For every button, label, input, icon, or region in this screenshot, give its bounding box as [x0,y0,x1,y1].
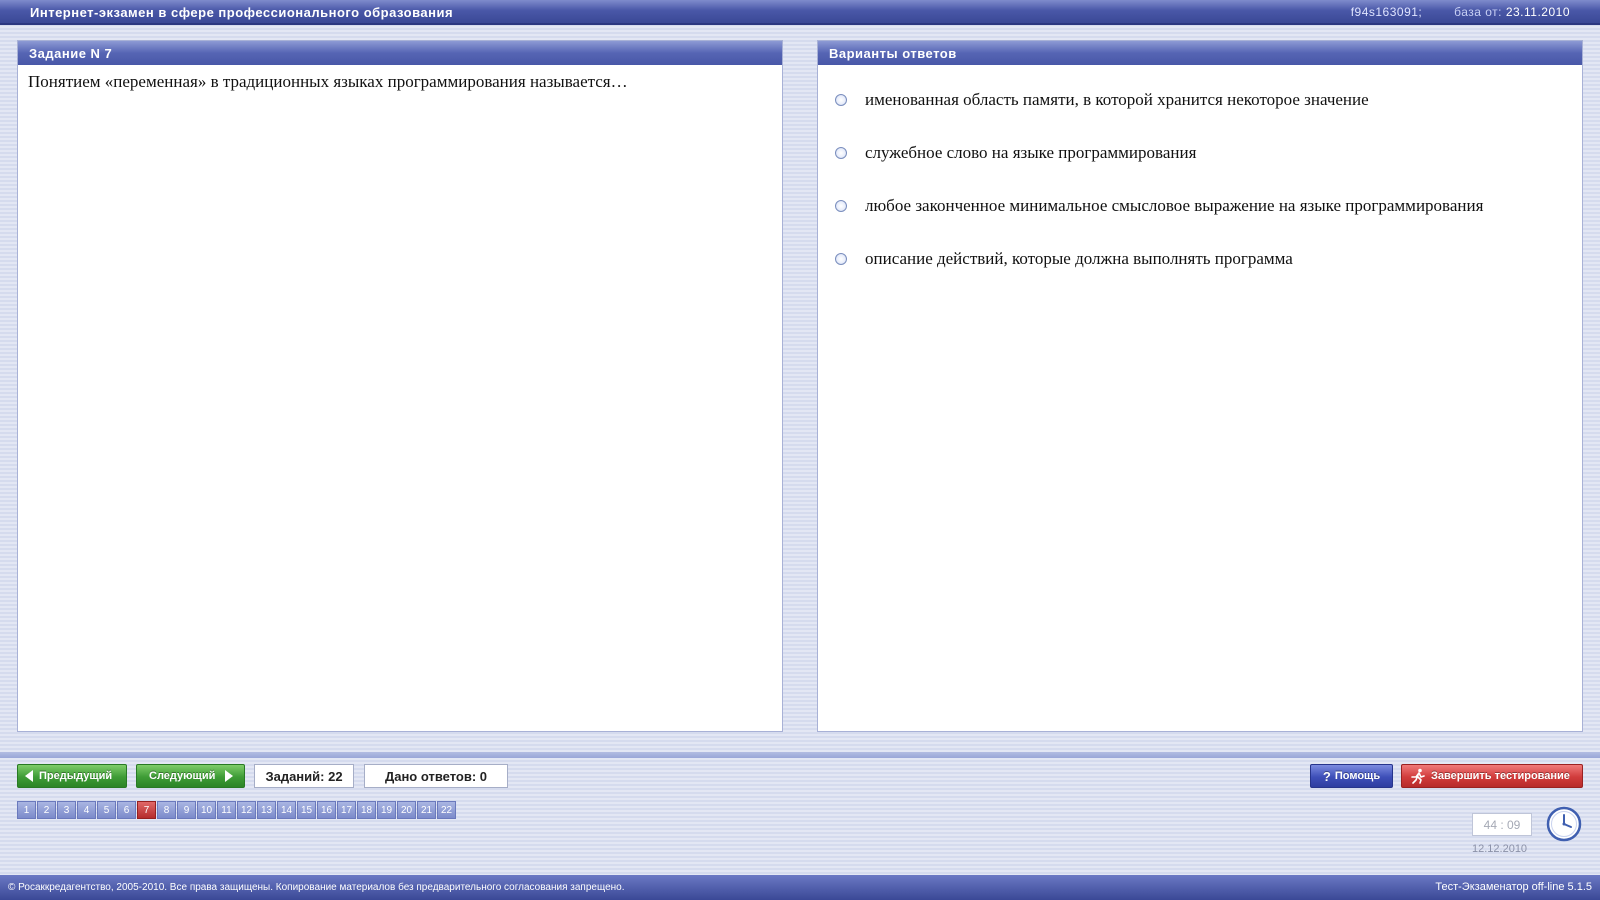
task-number-22[interactable]: 22 [437,801,456,819]
arrow-left-icon [25,770,33,782]
task-number-20[interactable]: 20 [397,801,416,819]
task-number-16[interactable]: 16 [317,801,336,819]
task-number-2[interactable]: 2 [37,801,56,819]
current-date: 12.12.2010 [1472,843,1528,855]
answer-option-4[interactable]: описание действий, которые должна выполн… [818,248,1582,270]
answer-text[interactable]: именованная область памяти, в которой хр… [865,89,1369,111]
task-number-21[interactable]: 21 [417,801,436,819]
radio-button[interactable] [835,94,847,106]
answer-option-2[interactable]: служебное слово на языке программировани… [818,142,1582,164]
answers-panel: Варианты ответов именованная область пам… [817,40,1583,732]
help-label: Помощь [1334,770,1381,782]
answer-option-3[interactable]: любое законченное минимальное смысловое … [818,195,1582,217]
task-number-13[interactable]: 13 [257,801,276,819]
answers-header: Варианты ответов [818,41,1582,65]
running-man-icon [1411,768,1425,784]
task-navigator: 1 2 3 4 5 6 7 8 9 10 11 12 13 14 15 16 17 18 19 20 21 22 [17,801,457,819]
copyright-text: © Росаккредагентство, 2005-2010. Все пра… [8,882,625,893]
task-number-15[interactable]: 15 [297,801,316,819]
task-number-6[interactable]: 6 [117,801,136,819]
session-meta: f94s163091; база от: 23.11.2010 [1351,5,1570,19]
task-number-4[interactable]: 4 [77,801,96,819]
base-date: 23.11.2010 [1505,5,1570,19]
task-number-7[interactable]: 7 [137,801,156,819]
task-number-19[interactable]: 19 [377,801,396,819]
finish-test-button[interactable]: Завершить тестирование [1401,764,1583,788]
question-panel: Задание N 7 Понятием «переменная» в трад… [17,40,783,732]
task-number-17[interactable]: 17 [337,801,356,819]
answer-text[interactable]: любое законченное минимальное смысловое … [865,195,1483,217]
base-label: база от: [1454,5,1502,19]
clock-icon [1546,806,1582,842]
finish-label: Завершить тестирование [1431,770,1570,782]
tasks-count: Заданий: 22 [254,764,354,788]
task-number-3[interactable]: 3 [57,801,76,819]
question-text: Понятием «переменная» в традиционных язы… [28,72,628,91]
task-number-10[interactable]: 10 [197,801,216,819]
radio-button[interactable] [835,253,847,265]
answer-option-1[interactable]: именованная область памяти, в которой хр… [818,89,1582,111]
app-title-bar: Интернет-экзамен в сфере профессионально… [0,0,1600,25]
previous-label: Предыдущий [39,770,113,782]
footer: © Росаккредагентство, 2005-2010. Все пра… [0,875,1600,900]
answer-text[interactable]: служебное слово на языке программировани… [865,142,1196,164]
answered-count: Дано ответов: 0 [364,764,508,788]
app-title: Интернет-экзамен в сфере профессионально… [30,5,454,20]
question-mark-icon: ? [1322,768,1331,784]
radio-button[interactable] [835,147,847,159]
task-number-14[interactable]: 14 [277,801,296,819]
task-number-1[interactable]: 1 [17,801,36,819]
arrow-right-icon [225,770,234,782]
next-button[interactable]: Следующий [136,764,245,788]
task-number-8[interactable]: 8 [157,801,176,819]
help-button[interactable]: ? Помощь [1310,764,1393,788]
task-number-9[interactable]: 9 [177,801,196,819]
task-number-5[interactable]: 5 [97,801,116,819]
task-number-11[interactable]: 11 [217,801,236,819]
session-id: f94s163091; [1350,5,1423,19]
answer-text[interactable]: описание действий, которые должна выполн… [865,248,1293,270]
next-label: Следующий [149,770,216,782]
timer: 44 : 09 [1472,813,1532,836]
question-header: Задание N 7 [18,41,782,65]
radio-button[interactable] [835,200,847,212]
task-number-12[interactable]: 12 [237,801,256,819]
previous-button[interactable]: Предыдущий [17,764,127,788]
task-number-18[interactable]: 18 [357,801,376,819]
answer-list: именованная область памяти, в которой хр… [818,65,1582,270]
version-text: Тест-Экзаменатор off-line 5.1.5 [1435,881,1592,893]
bottom-separator [0,752,1600,758]
